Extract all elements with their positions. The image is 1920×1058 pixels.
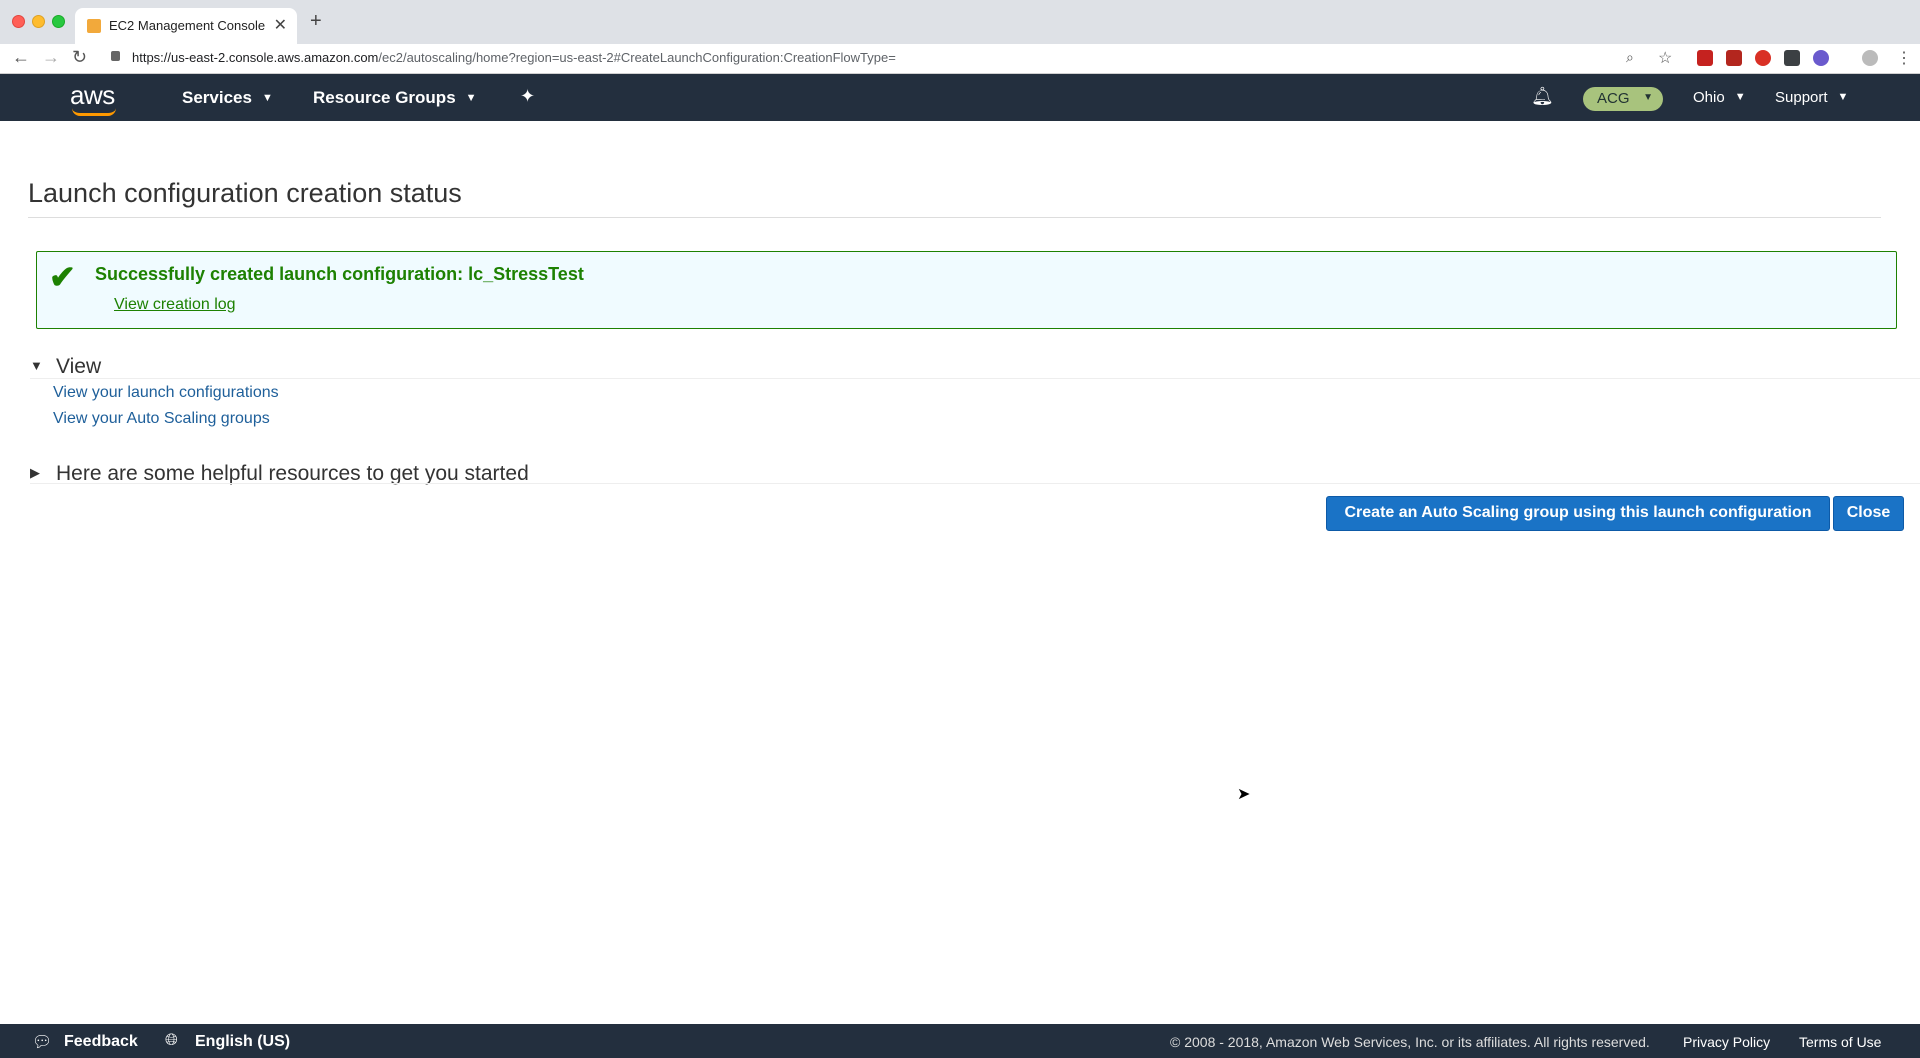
speech-bubble-icon: 💬︎ [32, 1034, 53, 1051]
region-label: Ohio [1693, 89, 1725, 106]
account-label: ACG [1597, 90, 1630, 107]
caret-right-icon: ▶ [30, 465, 40, 480]
bell-icon[interactable]: 🔔︎ [1531, 86, 1554, 107]
language-selector[interactable]: English (US) [195, 1033, 290, 1051]
extension-icon-2[interactable] [1784, 50, 1800, 66]
forward-icon[interactable]: → [42, 47, 60, 68]
chevron-down-icon: ▼ [1734, 91, 1746, 103]
browser-menu-icon[interactable]: ⋮ [1896, 48, 1912, 68]
services-menu[interactable]: Services ▼ [182, 88, 273, 108]
lock-icon [111, 51, 120, 61]
feedback-link[interactable]: Feedback [64, 1033, 138, 1051]
view-auto-scaling-groups-link[interactable]: View your Auto Scaling groups [53, 410, 270, 428]
aws-logo-smile [72, 108, 116, 116]
resources-section-label: Here are some helpful resources to get y… [56, 462, 529, 485]
create-auto-scaling-group-button[interactable]: Create an Auto Scaling group using this … [1326, 496, 1830, 531]
privacy-policy-link[interactable]: Privacy Policy [1683, 1034, 1770, 1050]
extension-icon[interactable] [1726, 50, 1742, 66]
title-divider [28, 217, 1881, 218]
resource-groups-menu[interactable]: Resource Groups ▼ [313, 88, 477, 108]
extension-icon-3[interactable] [1813, 50, 1829, 66]
browser-tab[interactable]: EC2 Management Console ✕ [75, 8, 297, 44]
page-title: Launch configuration creation status [28, 178, 462, 208]
aws-favicon-icon [87, 19, 101, 33]
resource-groups-label: Resource Groups [313, 88, 456, 107]
new-tab-icon[interactable]: + [310, 10, 322, 33]
gmail-extension-icon[interactable] [1697, 50, 1713, 66]
zoom-icon[interactable]: ⌕ [1626, 49, 1634, 66]
close-window-button[interactable] [12, 15, 25, 28]
aws-top-nav: aws Services ▼ Resource Groups ▼ ✦ 🔔︎ ACG ▼… [0, 74, 1920, 121]
close-tab-icon[interactable]: ✕ [274, 15, 287, 35]
view-creation-log-link[interactable]: View creation log [114, 296, 236, 314]
chevron-down-icon: ▼ [261, 92, 273, 104]
url-field[interactable]: https://us-east-2.console.aws.amazon.com… [132, 50, 896, 65]
terms-of-use-link[interactable]: Terms of Use [1799, 1034, 1881, 1050]
chevron-down-icon: ▼ [465, 92, 477, 104]
section-divider [30, 378, 1920, 379]
back-icon[interactable]: ← [12, 47, 30, 68]
close-button[interactable]: Close [1833, 496, 1904, 531]
url-host: https://us-east-2.console.aws.amazon.com [132, 50, 379, 65]
support-menu[interactable]: Support ▼ [1775, 89, 1848, 106]
chevron-down-icon: ▼ [1837, 91, 1849, 103]
checkmark-icon: ✔ [49, 259, 76, 295]
view-launch-configurations-link[interactable]: View your launch configurations [53, 384, 279, 402]
reload-icon[interactable]: ↻ [72, 47, 87, 68]
pin-icon[interactable]: ✦ [520, 86, 535, 107]
globe-icon: 🌐︎ [165, 1032, 178, 1049]
view-section-label: View [56, 355, 102, 378]
caret-down-icon: ▼ [30, 358, 43, 373]
url-path: /ec2/autoscaling/home?region=us-east-2#C… [378, 50, 896, 65]
address-bar: ← → ↻ https://us-east-2.console.aws.amaz… [0, 44, 1920, 74]
aws-logo[interactable]: aws [70, 80, 115, 111]
footer: 💬︎ Feedback 🌐︎ English (US) © 2008 - 201… [0, 1024, 1920, 1058]
adblock-extension-icon[interactable] [1755, 50, 1771, 66]
tab-title: EC2 Management Console [109, 18, 266, 33]
maximize-window-button[interactable] [52, 15, 65, 28]
browser-tab-bar: EC2 Management Console ✕ + [0, 0, 1920, 44]
section-divider [30, 483, 1920, 484]
services-label: Services [182, 88, 252, 107]
region-menu[interactable]: Ohio ▼ [1693, 89, 1746, 106]
bookmark-star-icon[interactable]: ☆ [1658, 48, 1672, 68]
minimize-window-button[interactable] [32, 15, 45, 28]
account-menu[interactable]: ACG ▼ [1583, 87, 1663, 111]
mouse-cursor-icon: ➤ [1237, 786, 1251, 803]
success-alert: ✔ Successfully created launch configurat… [36, 251, 1897, 329]
view-section-toggle[interactable]: ▼ View [30, 355, 101, 379]
support-label: Support [1775, 89, 1828, 106]
copyright-text: © 2008 - 2018, Amazon Web Services, Inc.… [1170, 1034, 1650, 1050]
success-message: Successfully created launch configuratio… [95, 264, 584, 284]
chevron-down-icon: ▼ [1643, 92, 1653, 103]
profile-avatar[interactable] [1862, 50, 1878, 66]
